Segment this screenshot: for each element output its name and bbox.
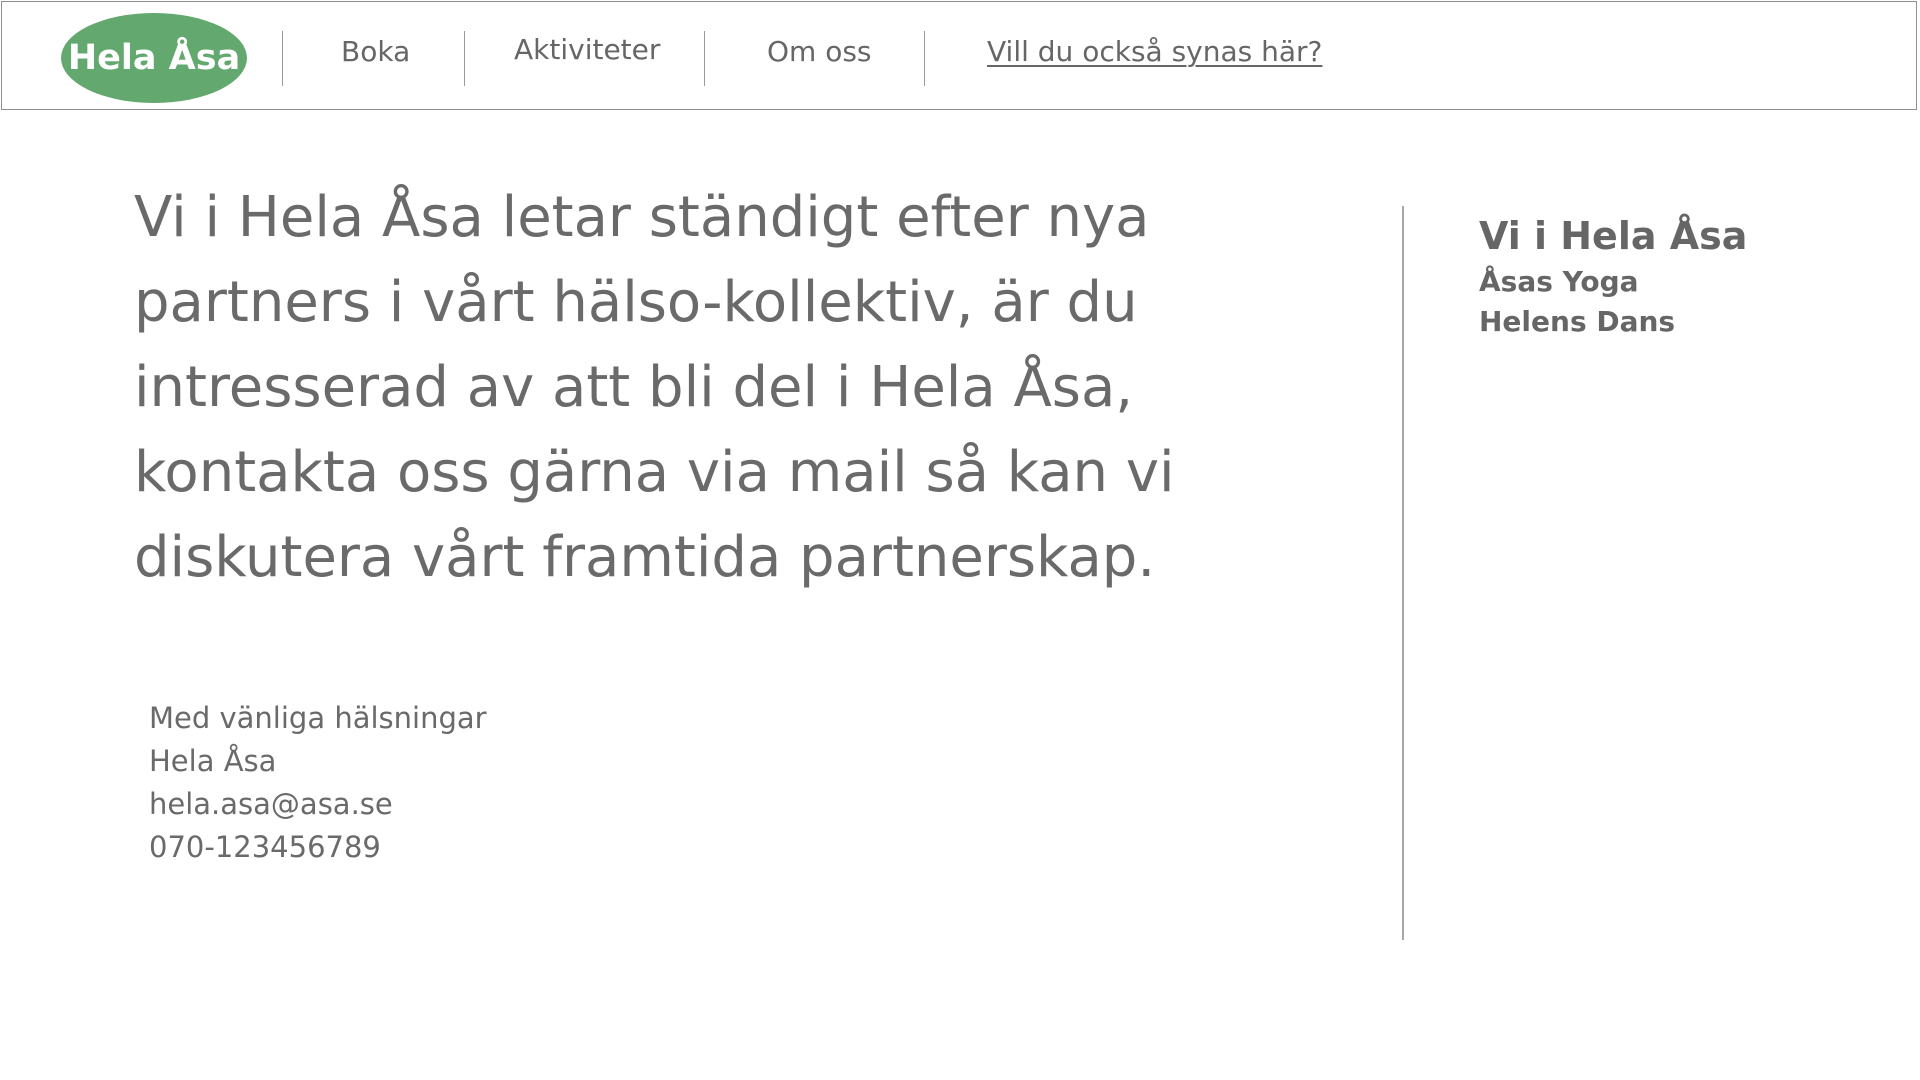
logo-text: Hela Åsa	[67, 37, 241, 78]
nav-divider	[704, 31, 705, 86]
nav-link-vill-du-ocksa-synas-har[interactable]: Vill du också synas här?	[987, 36, 1322, 68]
partners-sidebar: Vi i Hela Åsa Åsas Yoga Helens Dans	[1479, 211, 1747, 342]
sidebar-item-asas-yoga[interactable]: Åsas Yoga	[1479, 262, 1747, 302]
sidebar-item-helens-dans[interactable]: Helens Dans	[1479, 302, 1747, 342]
signature-email: hela.asa@asa.se	[149, 787, 393, 821]
signature-greeting: Med vänliga hälsningar	[149, 701, 487, 735]
nav-divider	[924, 31, 925, 86]
signature-name: Hela Åsa	[149, 744, 277, 778]
brand-logo[interactable]: Hela Åsa	[61, 13, 247, 103]
nav-link-aktiviteter[interactable]: Aktiviteter	[514, 34, 660, 66]
nav-link-om-oss[interactable]: Om oss	[767, 36, 872, 68]
nav-link-boka[interactable]: Boka	[341, 36, 410, 68]
partner-invitation-message: Vi i Hela Åsa letar ständigt efter nya p…	[134, 185, 1175, 590]
sidebar-divider	[1402, 206, 1404, 940]
nav-divider	[464, 31, 465, 86]
nav-divider	[282, 31, 283, 86]
signature-phone: 070-123456789	[149, 830, 381, 864]
contact-signature: Med vänliga hälsningar Hela Åsa hela.asa…	[149, 697, 487, 869]
sidebar-title: Vi i Hela Åsa	[1479, 214, 1748, 258]
site-header: Hela Åsa Boka Aktiviteter Om oss Vill du…	[1, 1, 1917, 110]
